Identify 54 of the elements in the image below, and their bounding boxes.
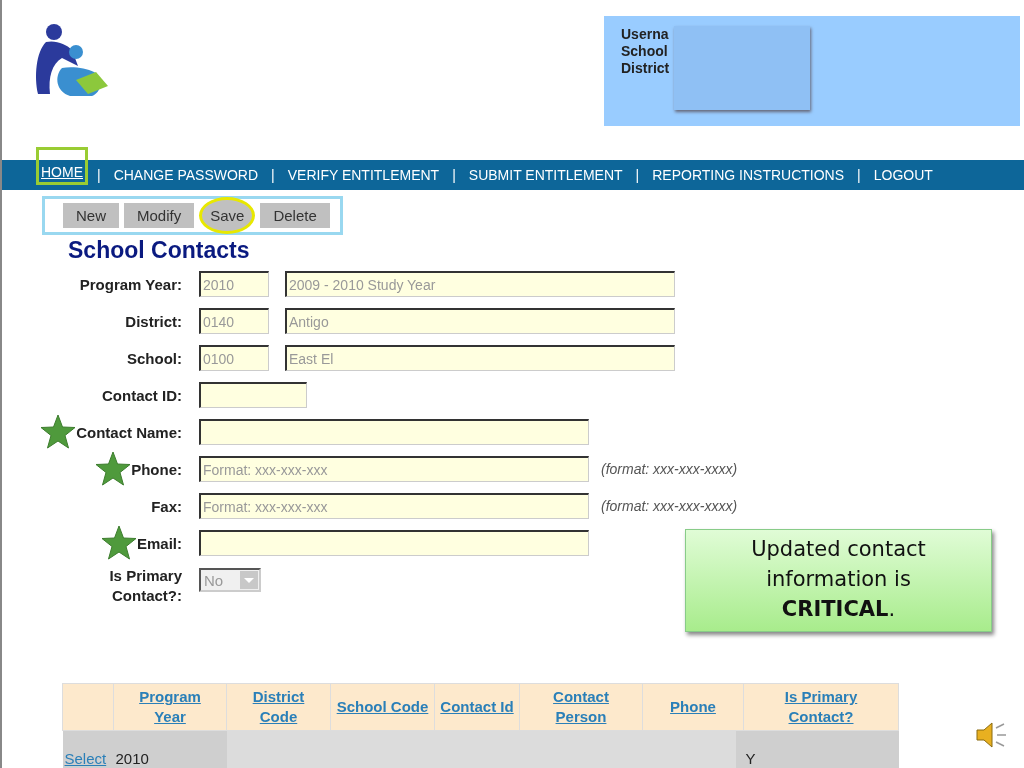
field-label: Email: <box>137 534 182 552</box>
nav-link[interactable]: VERIFY ENTITLEMENT <box>283 162 444 188</box>
nav-link[interactable]: SUBMIT ENTITLEMENT <box>464 162 627 188</box>
name-field[interactable]: Antigo <box>285 308 675 334</box>
user-info-label: Userna <box>621 26 670 43</box>
code-field[interactable]: 0100 <box>199 345 269 371</box>
field-label: Contact ID: <box>102 386 182 404</box>
speaker-icon[interactable] <box>974 720 1008 750</box>
table-cell: 2010 <box>113 730 227 768</box>
toolbar-button[interactable]: New <box>63 203 119 228</box>
page-title: School Contacts <box>68 237 251 264</box>
user-info-label: District <box>621 60 671 77</box>
column-header-link[interactable]: Phone <box>670 697 716 717</box>
input-field[interactable]: Format: xxx-xxx-xxx <box>199 456 589 482</box>
column-header-link[interactable]: District Code <box>232 687 325 727</box>
toolbar-button[interactable]: Save <box>199 197 256 234</box>
format-hint: (format: xxx-xxx-xxxx) <box>601 498 738 514</box>
primary-contact-select[interactable]: No <box>199 568 261 592</box>
nav-separator: | <box>97 167 101 183</box>
field-label: Phone: <box>131 460 182 478</box>
column-header-link[interactable]: Program Year <box>124 687 216 727</box>
nav-separator: | <box>635 167 640 183</box>
toolbar-button[interactable]: Modify <box>124 203 195 228</box>
column-header-link[interactable]: Contact Id <box>440 697 514 717</box>
input-field[interactable]: Format: xxx-xxx-xxx <box>199 493 589 519</box>
format-hint: (format: xxx-xxx-xxxx) <box>601 461 738 477</box>
name-field[interactable]: East El <box>285 345 675 371</box>
code-field[interactable]: 2010 <box>199 271 269 297</box>
code-field[interactable]: 0140 <box>199 308 269 334</box>
input-field[interactable] <box>199 382 307 408</box>
nav-link[interactable]: HOME <box>36 147 88 185</box>
input-field[interactable] <box>199 419 589 445</box>
column-header-link[interactable]: Is Primary Contact? <box>775 687 867 727</box>
nav-separator: | <box>857 167 861 183</box>
callout-note: Updated contact information is CRITICAL. <box>685 529 992 632</box>
field-label: District: <box>125 312 182 330</box>
nav-separator: | <box>452 167 456 183</box>
field-label: Program Year: <box>79 275 182 293</box>
nav-link[interactable]: CHANGE PASSWORD <box>109 162 263 188</box>
field-label: Contact Name: <box>76 423 182 441</box>
user-info-label: School <box>621 43 669 60</box>
field-label: School: <box>127 349 182 367</box>
column-header-link[interactable]: Contact Person <box>535 687 627 727</box>
field-label: Fax: <box>151 497 182 515</box>
name-field[interactable]: 2009 - 2010 Study Year <box>285 271 675 297</box>
nav-link[interactable]: LOGOUT <box>869 162 937 188</box>
table-cell: Y <box>743 730 899 768</box>
field-label: Is Primary Contact?: <box>108 566 182 606</box>
nav-separator: | <box>271 167 275 183</box>
nav-link[interactable]: REPORTING INSTRUCTIONS <box>648 162 849 188</box>
column-header-link[interactable]: School Code <box>336 697 429 717</box>
select-link[interactable]: Select <box>64 750 107 767</box>
input-field[interactable] <box>199 530 589 556</box>
toolbar-button[interactable]: Delete <box>260 203 330 228</box>
